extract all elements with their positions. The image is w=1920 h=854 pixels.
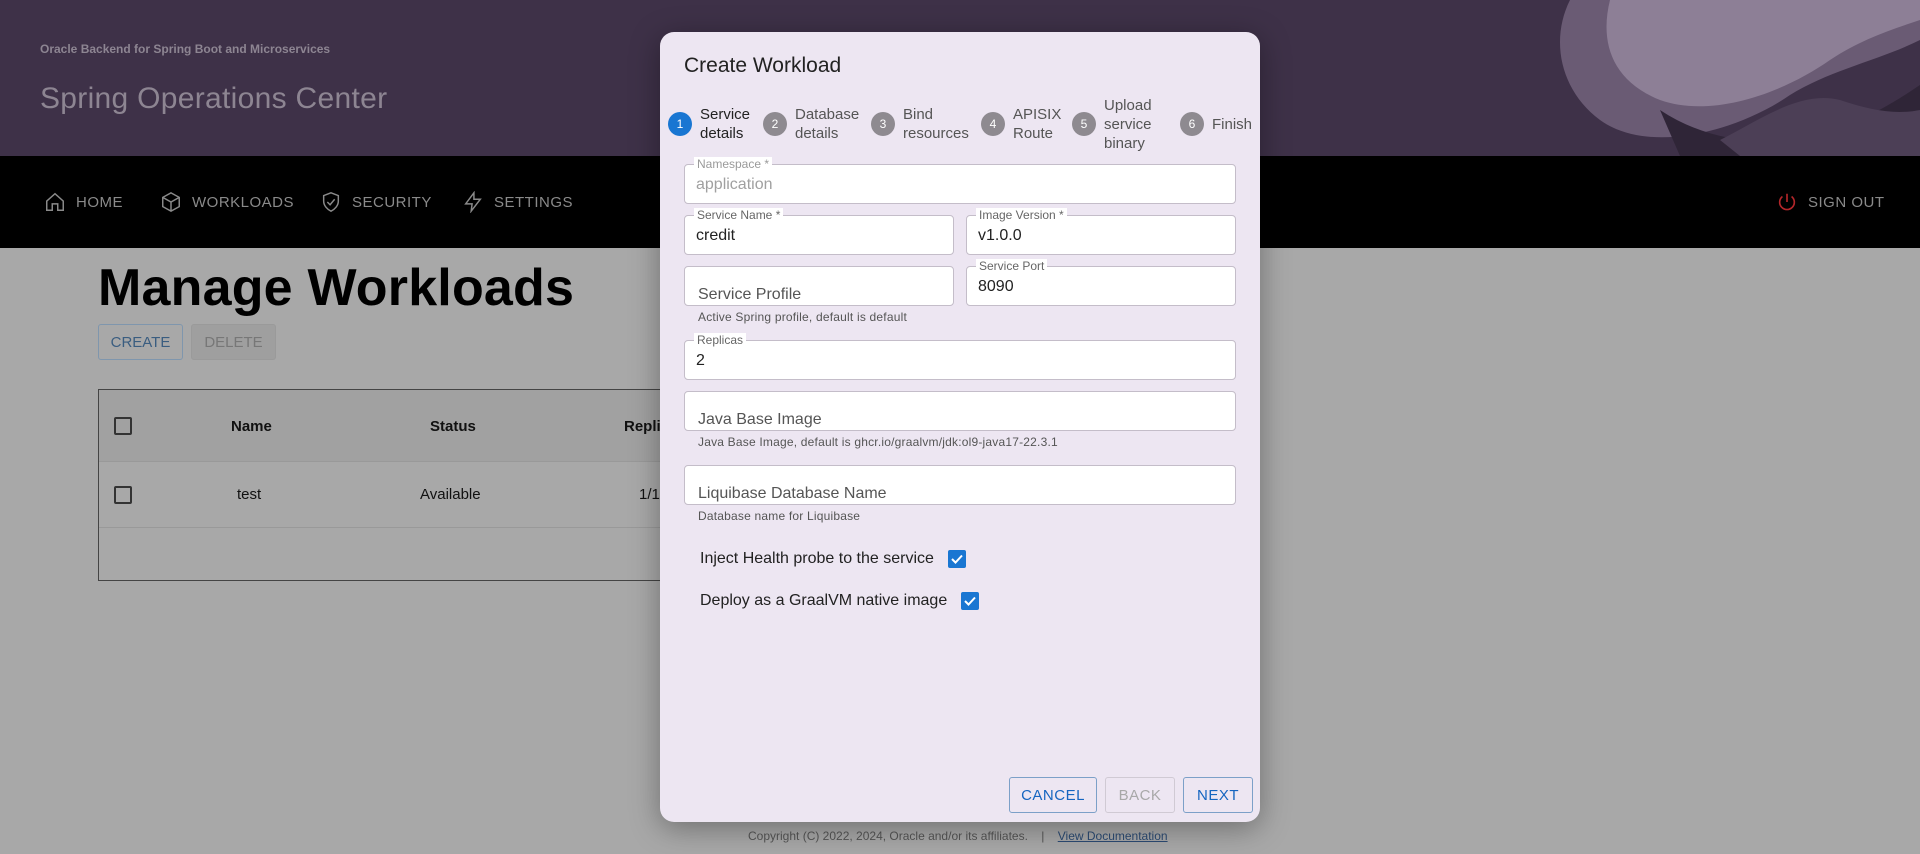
- graalvm-checkbox[interactable]: [961, 592, 980, 610]
- lightning-icon: [464, 191, 482, 213]
- step-label: Bind resources: [903, 106, 969, 142]
- page-footer: Copyright (C) 2022, 2024, Oracle and/or …: [748, 829, 1168, 843]
- step-number: 5: [1072, 112, 1096, 136]
- step-label: Finish: [1212, 115, 1253, 133]
- create-workload-dialog: Create Workload 1 Service details 2 Data…: [660, 32, 1260, 822]
- step-label: APISIX Route: [1013, 106, 1062, 142]
- service-profile-field[interactable]: Service Profile: [684, 266, 954, 306]
- cancel-button[interactable]: CANCEL: [1009, 777, 1097, 813]
- page-title: Manage Workloads: [98, 259, 575, 317]
- back-button[interactable]: BACK: [1105, 777, 1175, 813]
- service-name-value: credit: [696, 227, 736, 244]
- health-probe-option: Inject Health probe to the service: [700, 550, 966, 568]
- app-title: Spring Operations Center: [40, 82, 388, 115]
- power-icon: [1778, 193, 1796, 211]
- service-name-field[interactable]: Service Name * credit: [684, 208, 954, 255]
- service-name-label: Service Name *: [694, 208, 784, 222]
- shield-icon: [322, 192, 340, 212]
- service-port-field[interactable]: Service Port 8090: [966, 259, 1236, 306]
- liquibase-database-placeholder: Liquibase Database Name: [698, 485, 887, 502]
- step-upload-binary[interactable]: 5 Upload service binary: [1072, 94, 1156, 154]
- nav-settings-label: SETTINGS: [494, 193, 574, 211]
- delete-button[interactable]: DELETE: [191, 324, 276, 360]
- service-profile-placeholder: Service Profile: [698, 286, 802, 303]
- namespace-value: application: [696, 176, 773, 193]
- image-version-field[interactable]: Image Version * v1.0.0: [966, 208, 1236, 255]
- step-database-details[interactable]: 2 Database details: [763, 94, 861, 154]
- step-finish[interactable]: 6 Finish: [1180, 94, 1256, 154]
- row-name: test: [237, 486, 262, 503]
- nav-settings[interactable]: SETTINGS: [462, 156, 573, 248]
- banner-decoration: [1560, 0, 1920, 156]
- column-header-status[interactable]: Status: [430, 418, 476, 435]
- namespace-field[interactable]: Namespace * application: [684, 157, 1236, 204]
- checkmark-icon: [964, 596, 976, 606]
- step-number: 6: [1180, 112, 1204, 136]
- java-base-image-placeholder: Java Base Image: [698, 411, 822, 428]
- health-probe-label: Inject Health probe to the service: [700, 550, 934, 567]
- signout-label: SIGN OUT: [1808, 193, 1885, 211]
- replicas-field[interactable]: Replicas 2: [684, 333, 1236, 380]
- step-label: Service details: [700, 106, 751, 142]
- graalvm-label: Deploy as a GraalVM native image: [700, 592, 948, 609]
- replicas-label: Replicas: [694, 333, 747, 347]
- checkmark-icon: [951, 554, 963, 564]
- nav-home-label: HOME: [76, 193, 123, 211]
- documentation-link[interactable]: View Documentation: [1058, 829, 1168, 843]
- nav-home[interactable]: HOME: [44, 156, 123, 248]
- graalvm-option: Deploy as a GraalVM native image: [700, 592, 980, 610]
- step-service-details[interactable]: 1 Service details: [668, 94, 752, 154]
- step-bind-resources[interactable]: 3 Bind resources: [871, 94, 973, 154]
- java-base-image-field[interactable]: Java Base Image: [684, 391, 1236, 431]
- nav-workloads-label: WORKLOADS: [192, 193, 295, 211]
- create-button[interactable]: CREATE: [98, 324, 183, 360]
- step-label: Database details: [795, 106, 860, 142]
- dialog-title: Create Workload: [684, 54, 842, 77]
- step-label: Upload service binary: [1104, 96, 1152, 152]
- next-button[interactable]: NEXT: [1183, 777, 1253, 813]
- footer-separator: |: [1041, 829, 1045, 843]
- nav-security-label: SECURITY: [352, 193, 432, 211]
- service-port-value: 8090: [978, 278, 1014, 295]
- replicas-value: 2: [696, 352, 705, 369]
- row-checkbox[interactable]: [114, 486, 132, 504]
- row-replicas: 1/1: [639, 486, 660, 503]
- step-number: 1: [668, 112, 692, 136]
- step-number: 2: [763, 112, 787, 136]
- banner-subtitle: Oracle Backend for Spring Boot and Micro…: [40, 42, 331, 56]
- service-profile-helper: Active Spring profile, default is defaul…: [698, 310, 907, 324]
- step-apisix-route[interactable]: 4 APISIX Route: [981, 94, 1063, 154]
- image-version-label: Image Version *: [976, 208, 1067, 222]
- namespace-label: Namespace *: [694, 157, 773, 171]
- footer-copyright: Copyright (C) 2022, 2024, Oracle and/or …: [748, 829, 1028, 843]
- row-status: Available: [420, 486, 481, 503]
- signout-button[interactable]: SIGN OUT: [1776, 156, 1885, 248]
- liquibase-database-field[interactable]: Liquibase Database Name: [684, 465, 1236, 505]
- step-number: 3: [871, 112, 895, 136]
- step-number: 4: [981, 112, 1005, 136]
- java-base-image-helper: Java Base Image, default is ghcr.io/graa…: [698, 435, 1058, 449]
- liquibase-database-helper: Database name for Liquibase: [698, 509, 861, 523]
- image-version-value: v1.0.0: [978, 227, 1022, 244]
- nav-workloads[interactable]: WORKLOADS: [160, 156, 294, 248]
- select-all-checkbox[interactable]: [114, 417, 132, 435]
- home-icon: [46, 192, 64, 211]
- health-probe-checkbox[interactable]: [947, 550, 966, 568]
- column-header-name[interactable]: Name: [231, 418, 272, 435]
- cube-icon: [162, 191, 180, 213]
- service-port-label: Service Port: [976, 259, 1048, 273]
- nav-security[interactable]: SECURITY: [320, 156, 432, 248]
